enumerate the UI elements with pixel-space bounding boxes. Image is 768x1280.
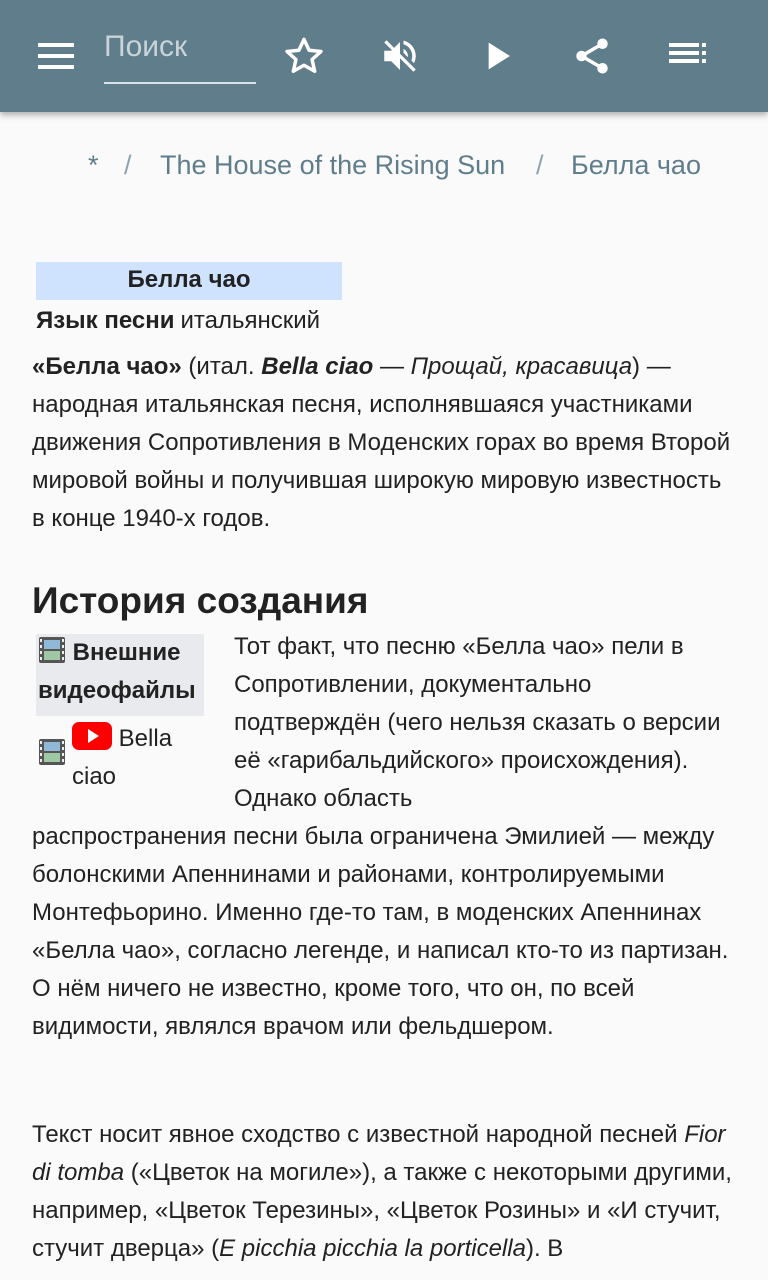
section-heading: История создания: [32, 580, 369, 621]
search-field[interactable]: [104, 26, 256, 84]
breadcrumb-current: Белла чао: [571, 150, 701, 180]
share-icon[interactable]: [566, 30, 618, 82]
history-paragraph-intro: Тот факт, что песню «Белла чао» пели в С…: [234, 633, 721, 812]
paragraph-text: Текст носит явное сходство с известной н…: [32, 1121, 685, 1148]
external-videos-box: Внешние видеофайлы: [36, 634, 204, 716]
song-title-italic: E picchia picchia la porticella: [219, 1235, 526, 1262]
search-input[interactable]: [104, 26, 254, 64]
youtube-icon: [72, 722, 112, 750]
infobox-row-value: итальянский: [180, 307, 321, 334]
intro-bold-title: «Белла чао»: [32, 353, 182, 380]
volume-off-icon[interactable]: [374, 30, 426, 82]
breadcrumb: * / The House of the Rising Sun / Белла …: [0, 148, 768, 188]
top-toolbar: [0, 0, 768, 112]
infobox-title: Белла чао: [36, 262, 342, 300]
intro-text: —: [373, 353, 411, 380]
breadcrumb-separator: /: [536, 150, 544, 180]
intro-paragraph: «Белла чао» (итал. Bella ciao — Прощай, …: [32, 348, 732, 538]
infobox-row-label: Язык песни: [36, 307, 175, 334]
infobox-row: Язык песни итальянский: [36, 306, 320, 336]
intro-original-title: Bella ciao: [261, 353, 374, 380]
breadcrumb-home-link[interactable]: *: [88, 150, 99, 181]
film-icon: [39, 739, 65, 765]
star-icon[interactable]: [278, 30, 330, 82]
intro-translation: Прощай, красавица: [410, 353, 633, 380]
paragraph-text: ). В: [525, 1235, 564, 1262]
menu-icon[interactable]: [30, 30, 82, 82]
history-paragraph-continued: распространения песни была ограничена Эм…: [32, 823, 729, 1040]
playlist-icon[interactable]: [662, 30, 714, 82]
breadcrumb-parent-link[interactable]: The House of the Rising Sun: [160, 150, 505, 181]
breadcrumb-separator: /: [124, 150, 132, 180]
play-icon[interactable]: [472, 30, 524, 82]
intro-text: (итал.: [181, 353, 262, 380]
history-paragraph-2: Текст носит явное сходство с известной н…: [32, 1116, 732, 1268]
film-icon: [39, 637, 65, 663]
